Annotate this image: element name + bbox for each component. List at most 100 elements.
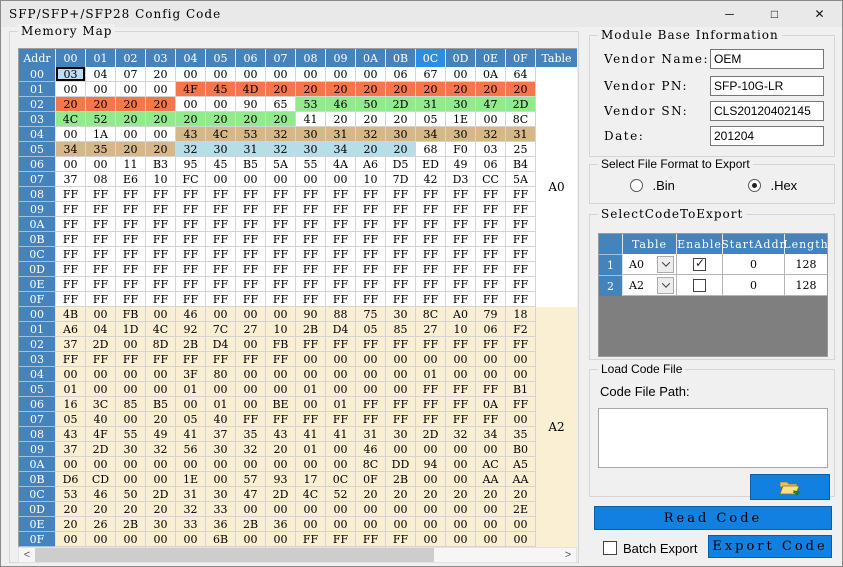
mem-cell-a2-0f-7[interactable]: 00 (266, 532, 296, 547)
row-header-a2-0c[interactable]: 0C (19, 487, 56, 502)
mem-cell-a2-08-12[interactable]: 2D (416, 427, 446, 442)
mem-cell-a2-0f-2[interactable]: 00 (116, 532, 146, 547)
mem-cell-a0-05-4[interactable]: 32 (176, 142, 206, 157)
mem-cell-a0-04-11[interactable]: 30 (386, 127, 416, 142)
mem-cell-a2-0d-0[interactable]: 20 (56, 502, 86, 517)
mem-cell-a0-0a-3[interactable]: FF (146, 217, 176, 232)
mem-cell-a0-03-6[interactable]: 20 (236, 112, 266, 127)
mem-cell-a0-04-8[interactable]: 30 (296, 127, 326, 142)
mem-cell-a2-0e-6[interactable]: 2B (236, 517, 266, 532)
mem-cell-a0-0a-2[interactable]: FF (116, 217, 146, 232)
mem-cell-a2-0e-10[interactable]: 00 (356, 517, 386, 532)
column-header-0a[interactable]: 0A (356, 49, 386, 67)
mem-cell-a0-0b-2[interactable]: FF (116, 232, 146, 247)
mem-cell-a2-01-9[interactable]: D4 (326, 322, 356, 337)
mem-cell-a2-09-6[interactable]: 32 (236, 442, 266, 457)
mem-cell-a2-0a-11[interactable]: DD (386, 457, 416, 472)
mem-cell-a0-06-9[interactable]: 4A (326, 157, 356, 172)
mem-cell-a0-09-2[interactable]: FF (116, 202, 146, 217)
mem-cell-a0-09-5[interactable]: FF (206, 202, 236, 217)
mem-cell-a2-00-11[interactable]: 30 (386, 307, 416, 322)
mem-cell-a2-04-3[interactable]: 00 (146, 367, 176, 382)
mem-cell-a2-0a-13[interactable]: 00 (446, 457, 476, 472)
row-header-a0-06[interactable]: 06 (19, 157, 56, 172)
mem-cell-a0-04-4[interactable]: 43 (176, 127, 206, 142)
mem-cell-a2-0d-13[interactable]: 00 (446, 502, 476, 517)
mem-cell-a2-0c-10[interactable]: 20 (356, 487, 386, 502)
mem-cell-a0-03-9[interactable]: 20 (326, 112, 356, 127)
mem-cell-a0-0f-9[interactable]: FF (326, 292, 356, 307)
mem-cell-a2-04-13[interactable]: 00 (446, 367, 476, 382)
mem-cell-a0-09-11[interactable]: FF (386, 202, 416, 217)
mem-cell-a0-0b-3[interactable]: FF (146, 232, 176, 247)
mem-cell-a2-07-10[interactable]: FF (356, 412, 386, 427)
mem-cell-a2-05-14[interactable]: FF (476, 382, 506, 397)
mem-cell-a2-00-14[interactable]: 79 (476, 307, 506, 322)
mem-cell-a0-0c-8[interactable]: FF (296, 247, 326, 262)
mem-cell-a0-0a-12[interactable]: FF (416, 217, 446, 232)
mem-cell-a0-0a-8[interactable]: FF (296, 217, 326, 232)
mem-cell-a0-07-1[interactable]: 08 (86, 172, 116, 187)
mem-cell-a0-0b-9[interactable]: FF (326, 232, 356, 247)
mem-cell-a0-09-3[interactable]: FF (146, 202, 176, 217)
mem-cell-a2-0d-14[interactable]: 00 (476, 502, 506, 517)
column-header-07[interactable]: 07 (266, 49, 296, 67)
mem-cell-a0-06-8[interactable]: 55 (296, 157, 326, 172)
mem-cell-a2-06-0[interactable]: 16 (56, 397, 86, 412)
mem-cell-a0-09-7[interactable]: FF (266, 202, 296, 217)
mem-cell-a0-0c-5[interactable]: FF (206, 247, 236, 262)
mem-cell-a2-00-0[interactable]: 4B (56, 307, 86, 322)
mem-cell-a0-0a-4[interactable]: FF (176, 217, 206, 232)
mem-cell-a0-0f-12[interactable]: FF (416, 292, 446, 307)
mem-cell-a2-0c-12[interactable]: 20 (416, 487, 446, 502)
mem-cell-a2-07-1[interactable]: 40 (86, 412, 116, 427)
mem-cell-a0-0a-7[interactable]: FF (266, 217, 296, 232)
mem-cell-a2-0c-9[interactable]: 52 (326, 487, 356, 502)
mem-cell-a2-00-1[interactable]: 00 (86, 307, 116, 322)
mem-cell-a0-02-5[interactable]: 00 (206, 97, 236, 112)
mem-cell-a0-0c-10[interactable]: FF (356, 247, 386, 262)
mem-cell-a0-05-2[interactable]: 20 (116, 142, 146, 157)
mem-cell-a2-00-8[interactable]: 90 (296, 307, 326, 322)
mem-cell-a2-02-10[interactable]: FF (356, 337, 386, 352)
mem-cell-a0-02-12[interactable]: 31 (416, 97, 446, 112)
mem-cell-a2-0b-12[interactable]: 00 (416, 472, 446, 487)
minimize-button[interactable]: ─ (707, 1, 752, 27)
mem-cell-a2-07-14[interactable]: FF (476, 412, 506, 427)
row-header-a0-0e[interactable]: 0E (19, 277, 56, 292)
mem-cell-a2-0a-2[interactable]: 00 (116, 457, 146, 472)
mem-cell-a0-06-0[interactable]: 00 (56, 157, 86, 172)
mem-cell-a2-06-13[interactable]: FF (446, 397, 476, 412)
mem-cell-a0-00-15[interactable]: 64 (506, 67, 536, 82)
mem-cell-a2-07-7[interactable]: FF (266, 412, 296, 427)
vendor-name-input[interactable] (710, 49, 824, 69)
mem-cell-a2-06-1[interactable]: 3C (86, 397, 116, 412)
mem-cell-a0-02-8[interactable]: 53 (296, 97, 326, 112)
mem-cell-a2-02-0[interactable]: 37 (56, 337, 86, 352)
mem-cell-a2-0b-14[interactable]: AA (476, 472, 506, 487)
mem-cell-a2-00-3[interactable]: 00 (146, 307, 176, 322)
mem-cell-a2-08-3[interactable]: 49 (146, 427, 176, 442)
mem-cell-a0-08-8[interactable]: FF (296, 187, 326, 202)
mem-cell-a2-04-11[interactable]: 00 (386, 367, 416, 382)
row-header-a2-04[interactable]: 04 (19, 367, 56, 382)
mem-cell-a2-0f-13[interactable]: 00 (446, 532, 476, 547)
mem-cell-a2-03-15[interactable]: 00 (506, 352, 536, 367)
mem-cell-a0-07-8[interactable]: 00 (296, 172, 326, 187)
mem-cell-a0-0c-12[interactable]: FF (416, 247, 446, 262)
mem-cell-a2-0d-15[interactable]: 2E (506, 502, 536, 517)
column-header-0d[interactable]: 0D (446, 49, 476, 67)
mem-cell-a0-01-14[interactable]: 20 (476, 82, 506, 97)
mem-cell-a0-01-0[interactable]: 00 (56, 82, 86, 97)
mem-cell-a2-09-9[interactable]: 00 (326, 442, 356, 457)
mem-cell-a2-01-11[interactable]: 85 (386, 322, 416, 337)
mem-cell-a2-06-11[interactable]: FF (386, 397, 416, 412)
mem-cell-a2-08-7[interactable]: 43 (266, 427, 296, 442)
mem-cell-a2-05-12[interactable]: FF (416, 382, 446, 397)
mem-cell-a2-05-8[interactable]: 01 (296, 382, 326, 397)
column-header-table[interactable]: Table (536, 49, 577, 67)
mem-cell-a0-07-12[interactable]: 42 (416, 172, 446, 187)
mem-cell-a2-01-8[interactable]: 2B (296, 322, 326, 337)
mem-cell-a2-0b-3[interactable]: 00 (146, 472, 176, 487)
mem-cell-a0-0d-15[interactable]: FF (506, 262, 536, 277)
